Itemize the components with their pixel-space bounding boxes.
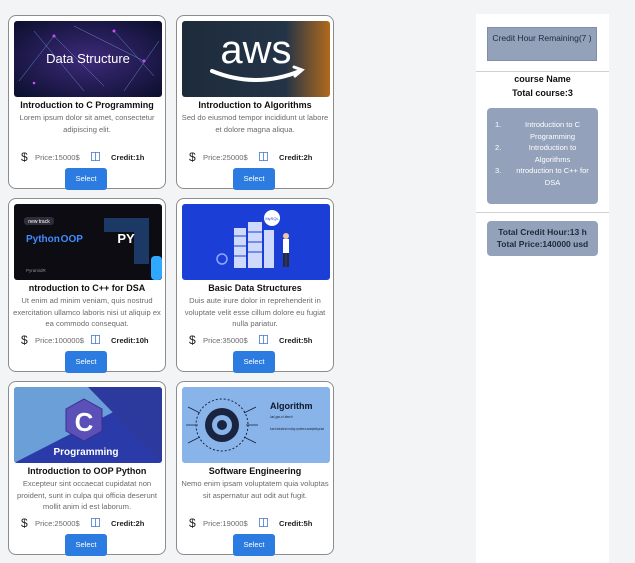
course-thumbnail: new track Python OOP PY PyramidR [14,204,162,280]
thumb-text: Python OOP [26,234,83,245]
divider [476,212,609,213]
course-credit: Credit:5h [279,519,313,528]
item-name: Introduction to Algorithms [528,143,577,164]
course-meta: $ Price:35000$ Credit:5h [177,333,333,347]
thumb-definition: A set of instructions for solving a prob… [270,426,324,431]
course-description: Lorem ipsum dolor sit amet, consectetur … [19,113,155,134]
total-credit-hour: Total Credit Hour:13 h [498,227,587,237]
cart-panel: Credit Hour Remaining(7 ) course Name To… [476,14,609,563]
credit-hour-remaining: Credit Hour Remaining(7 ) [487,27,597,61]
course-description: Excepteur sint occaecat cupidatat non pr… [16,479,157,511]
selected-course-list: 1. Introduction to C Programming 2. Intr… [487,108,598,204]
item-number: 2. [495,143,502,152]
course-title: Software Engineering [208,466,302,476]
dollar-icon: $ [189,150,196,164]
course-description: Duis aute irure dolor in reprehenderit i… [184,296,326,328]
course-title: ntroduction to C++ for DSA [28,283,146,293]
thumb-py: PY [117,231,135,246]
select-button[interactable]: Select [65,351,107,373]
select-button[interactable]: Select [233,351,275,373]
svg-text:A set of instructions for solv: A set of instructions for solving a prob… [270,426,324,431]
selected-course-item: 1. Introduction to C Programming [495,119,594,142]
thumb-text: Programming [53,447,118,458]
total-price: Total Price:140000 usd [496,239,589,249]
book-icon [259,335,268,344]
course-price: Price:35000$ [203,336,248,345]
course-thumbnail: C Programming [14,387,162,463]
course-price: Price:15000$ [35,153,80,162]
book-icon [259,152,268,161]
book-icon [91,335,100,344]
course-card: MySQL Basic Data Structures Duis aute ir… [176,198,334,373]
course-title: Basic Data Structures [208,283,302,293]
course-title: Introduction to Algorithms [198,100,312,110]
course-name-label: course Name [514,74,571,84]
course-title: Introduction to OOP Python [27,466,147,476]
thumb-text: MySQL [265,216,279,221]
book-icon [259,518,268,527]
course-description: Nemo enim ipsam voluptatem quia voluptas… [181,479,329,500]
course-card: C Programming Introduction to OOP Python… [8,381,166,556]
course-description: Sed do eiusmod tempor incididunt ut labo… [181,113,329,134]
select-button[interactable]: Select [233,534,275,556]
thumb-phonetic: \al-go-ri-thm\ [270,414,293,419]
totals-box: Total Credit Hour:13 h Total Price:14000… [487,221,598,256]
thumb-brand: PyramidR [26,268,47,273]
thumb-letter: C [75,407,94,437]
course-thumbnail: Algorithm \al-go-ri-thm\ A set of instru… [182,387,330,463]
course-description: Ut enim ad minim veniam, quis nostrud ex… [13,296,161,328]
course-credit: Credit:1h [111,153,145,162]
course-thumbnail: MySQL [182,204,330,280]
thumb-badge: new track [28,219,50,225]
dollar-icon: $ [189,516,196,530]
course-card: Algorithm \al-go-ri-thm\ A set of instru… [176,381,334,556]
course-meta: $ Price:19000$ Credit:5h [177,516,333,530]
thumb-text: Data Structure [46,51,130,66]
selected-course-item: 2. Introduction to Algorithms [495,142,594,165]
course-price: Price:19000$ [203,519,248,528]
course-price: Price:25000$ [35,519,80,528]
course-thumbnail: Data Structure [14,21,162,97]
divider [476,71,609,72]
item-number: 1. [495,120,502,129]
course-meta: $ Price:15000$ Credit:1h [9,150,165,164]
course-credit: Credit:10h [111,336,149,345]
thumb-text: Algorithm [270,401,313,411]
item-number: 3. [495,166,502,175]
course-credit: Credit:2h [279,153,313,162]
thumb-text: aws [220,28,291,72]
dollar-icon: $ [21,516,28,530]
course-credit: Credit:2h [111,519,145,528]
course-price: Price:25000$ [203,153,248,162]
item-name: ntroduction to C++ for DSA [516,166,589,187]
course-meta: $ Price:25000$ Credit:2h [177,150,333,164]
course-meta: $ Price:25000$ Credit:2h [9,516,165,530]
course-card: aws Introduction to Algorithms Sed do ei… [176,15,334,190]
select-button[interactable]: Select [65,534,107,556]
dollar-icon: $ [189,333,196,347]
course-card: Data Structure Introduction to C Program… [8,15,166,190]
course-price: Price:100000$ [35,336,84,345]
course-credit: Credit:5h [279,336,313,345]
total-course: Total course:3 [512,88,573,98]
book-icon [91,518,100,527]
dollar-icon: $ [21,150,28,164]
course-meta: $ Price:100000$ Credit:10h [9,333,165,347]
select-button[interactable]: Select [65,168,107,190]
select-button[interactable]: Select [233,168,275,190]
book-icon [91,152,100,161]
dollar-icon: $ [21,333,28,347]
course-title: Introduction to C Programming [20,100,154,110]
course-card: new track Python OOP PY PyramidR ntroduc… [8,198,166,373]
course-thumbnail: aws [182,21,330,97]
selected-course-item: 3. ntroduction to C++ for DSA [495,165,594,188]
item-name: Introduction to C Programming [524,120,581,141]
